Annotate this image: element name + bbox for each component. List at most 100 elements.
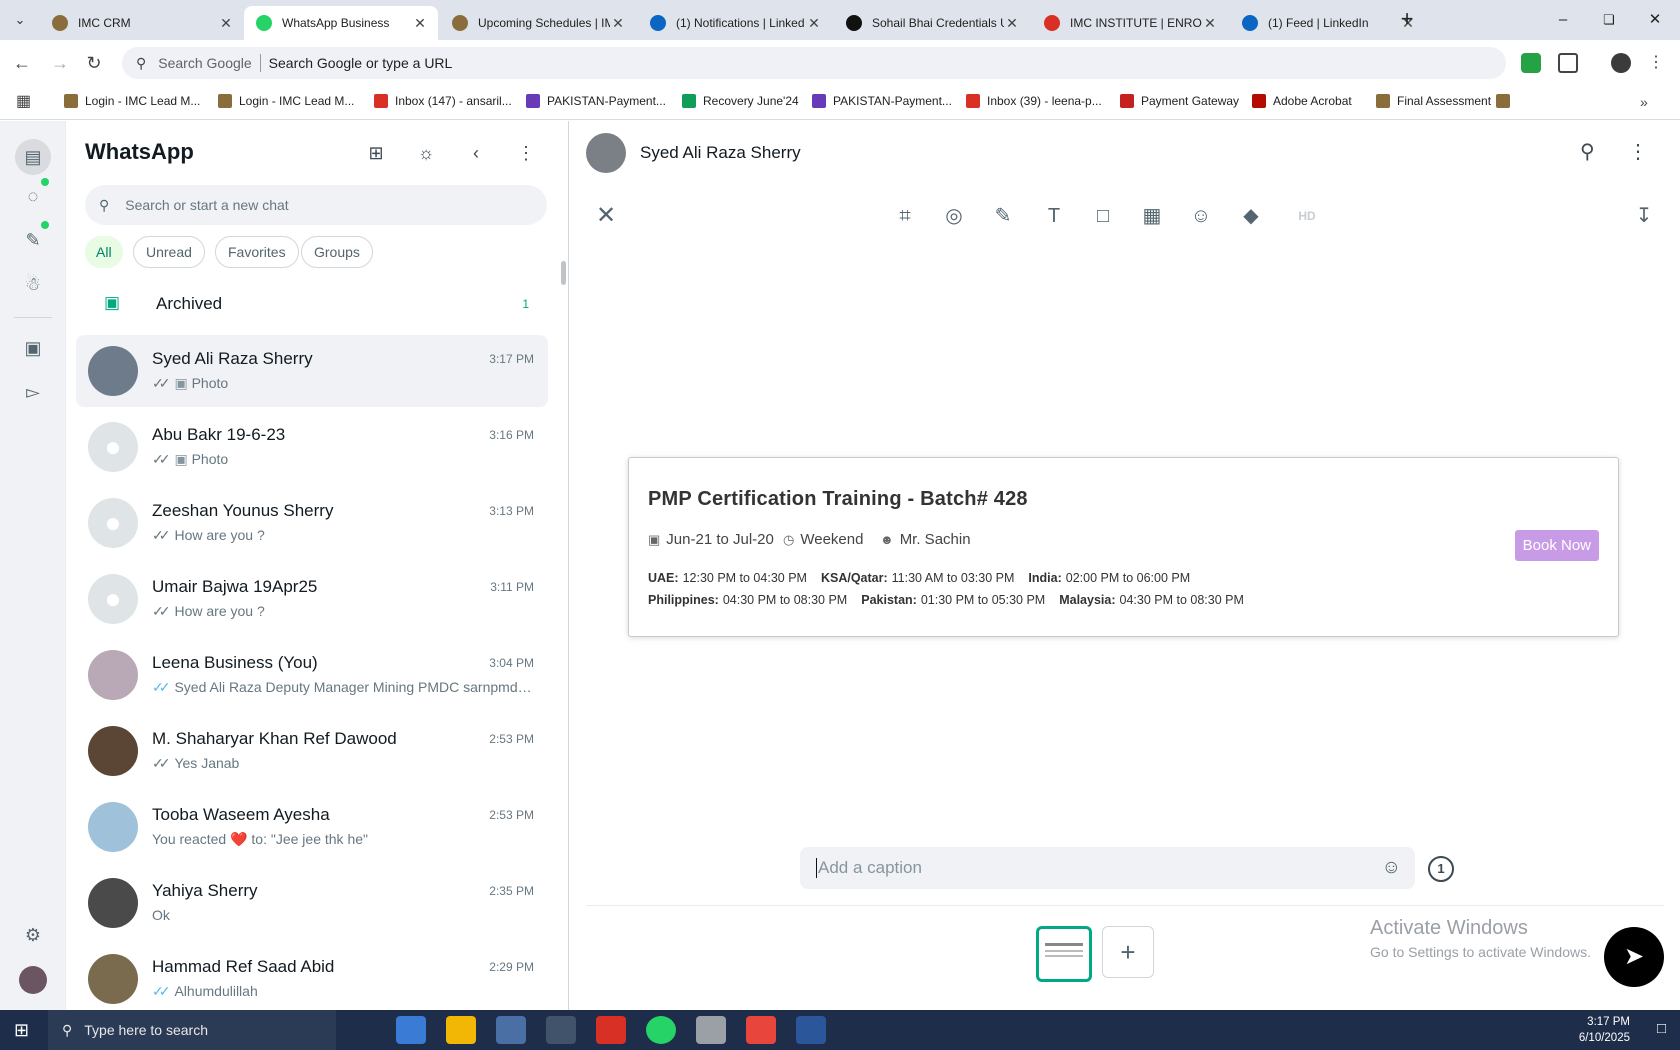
bookmark-item[interactable]: Adobe Acrobat <box>1252 94 1352 108</box>
bookmark-item[interactable]: Login - IMC Lead M... <box>218 94 354 108</box>
chat-list-item[interactable]: Syed Ali Raza Sherry 3:17 PM ✓✓ ▣ Photo <box>76 335 548 407</box>
download-icon[interactable]: ↧ <box>1629 201 1659 231</box>
close-tab-icon[interactable]: ✕ <box>806 15 822 32</box>
notification-icon[interactable]: □ <box>1657 1020 1666 1037</box>
view-once-icon[interactable]: 1 <box>1428 856 1454 882</box>
minimize-icon[interactable]: – <box>1548 8 1578 32</box>
status-icon[interactable]: ◌ <box>20 183 46 209</box>
app-icon[interactable] <box>496 1016 526 1044</box>
filter-chip-all[interactable]: All <box>85 236 123 268</box>
channels-icon[interactable]: ✎ <box>20 227 46 253</box>
bookmark-item[interactable]: Inbox (39) - leena-p... <box>966 94 1102 108</box>
browser-tab[interactable]: IMC CRM ✕ <box>40 6 244 40</box>
close-tab-icon[interactable]: ✕ <box>610 15 626 32</box>
hide-eye-icon[interactable]: ☼ <box>414 141 438 165</box>
task-view-icon[interactable] <box>346 1016 376 1044</box>
send-button[interactable]: ➤ <box>1604 927 1664 987</box>
chat-list-item[interactable]: Yahiya Sherry 2:35 PM Ok <box>76 867 548 939</box>
menu-dots-icon[interactable]: ⋮ <box>1628 139 1648 164</box>
chrome-icon[interactable] <box>596 1016 626 1044</box>
chat-search-input[interactable]: ⚲ Search or start a new chat <box>85 185 547 225</box>
chat-list-item[interactable]: ● Umair Bajwa 19Apr25 3:11 PM ✓✓ How are you… <box>76 563 548 635</box>
contact-name[interactable]: Syed Ali Raza Sherry <box>640 143 801 163</box>
communities-icon[interactable]: ☃ <box>20 271 46 297</box>
bookmark-overflow-icon[interactable] <box>1496 94 1517 108</box>
chat-list-item[interactable]: ● Abu Bakr 19-6-23 3:16 PM ✓✓ ▣ Photo <box>76 411 548 483</box>
browser-menu-icon[interactable]: ⋮ <box>1644 51 1668 75</box>
copilot-icon[interactable] <box>396 1016 426 1044</box>
chat-list-scrollbar[interactable] <box>561 261 566 285</box>
caption-input[interactable]: Add a caption ☺ <box>800 847 1415 889</box>
media-thumbnail[interactable] <box>1036 926 1092 982</box>
clock-app-icon[interactable] <box>696 1016 726 1044</box>
blur-icon[interactable]: ▦ <box>1137 201 1167 231</box>
bookmark-item[interactable]: Payment Gateway <box>1120 94 1239 108</box>
bookmark-item[interactable]: Login - IMC Lead M... <box>64 94 200 108</box>
browser-tab[interactable]: (1) Notifications | Linked ✕ <box>638 6 832 40</box>
bookmark-item[interactable]: Inbox (147) - ansaril... <box>374 94 512 108</box>
add-media-button[interactable]: + <box>1102 926 1154 978</box>
chat-list-item[interactable]: Hammad Ref Saad Abid 2:29 PM ✓✓ Alhumdulill… <box>76 943 548 1015</box>
more-bookmarks-icon[interactable]: » <box>1640 94 1648 110</box>
emoji-icon[interactable]: ☺ <box>1186 201 1216 231</box>
bookmark-item[interactable]: PAKISTAN-Payment... <box>526 94 666 108</box>
address-bar[interactable]: ⚲ Search Google Search Google or type a … <box>122 47 1506 79</box>
chat-list-item[interactable]: Tooba Waseem Ayesha 2:53 PM You reacted ❤️… <box>76 791 548 863</box>
settings-gear-icon[interactable]: ⚙ <box>20 922 46 948</box>
rectangle-icon[interactable]: □ <box>1088 201 1118 231</box>
catalog-icon[interactable]: ▣ <box>20 335 46 361</box>
taskbar-search-input[interactable]: ⚲ Type here to search <box>48 1010 336 1050</box>
chat-list-item[interactable]: ● Zeeshan Younus Sherry 3:13 PM ✓✓ How are y… <box>76 487 548 559</box>
filter-chip-unread[interactable]: Unread <box>133 236 205 268</box>
back-arrow-icon[interactable]: ← <box>10 51 34 75</box>
apps-grid-icon[interactable]: ▦ <box>16 91 31 111</box>
bookmark-item[interactable]: PAKISTAN-Payment... <box>812 94 952 108</box>
filter-chip-favorites[interactable]: Favorites <box>215 236 299 268</box>
close-tab-icon[interactable]: ✕ <box>218 15 234 32</box>
close-window-icon[interactable]: ✕ <box>1640 8 1670 32</box>
word-icon[interactable] <box>796 1016 826 1044</box>
close-tab-icon[interactable]: ✕ <box>1202 15 1218 32</box>
sticker-icon[interactable]: ◆ <box>1236 201 1266 231</box>
profile-avatar[interactable] <box>19 966 47 994</box>
advertise-icon[interactable]: ▻ <box>20 379 46 405</box>
chrome-icon[interactable] <box>546 1016 576 1044</box>
new-chat-icon[interactable]: ⊞ <box>364 141 388 165</box>
chat-list-item[interactable]: Leena Business (You) 3:04 PM ✓✓ Syed Ali Ra… <box>76 639 548 711</box>
filter-icon[interactable]: ◎ <box>939 201 969 231</box>
bookmark-item[interactable]: Final Assessment <box>1376 94 1491 108</box>
chat-list-item[interactable]: M. Shaharyar Khan Ref Dawood 2:53 PM ✓✓ Yes… <box>76 715 548 787</box>
bookmark-item[interactable]: Recovery June'24 <box>682 94 799 108</box>
taskbar-clock[interactable]: 3:17 PM 6/10/2025 <box>1579 1014 1630 1046</box>
hd-icon[interactable]: HD <box>1292 201 1322 231</box>
collapse-chevron-icon[interactable]: ‹ <box>464 141 488 165</box>
contact-avatar[interactable] <box>586 133 626 173</box>
chats-icon[interactable]: ▤ <box>15 139 51 175</box>
profile-avatar[interactable] <box>1611 53 1631 73</box>
chrome-icon[interactable] <box>746 1016 776 1044</box>
forward-arrow-icon[interactable]: → <box>48 51 72 75</box>
close-tab-icon[interactable]: ✕ <box>412 15 428 32</box>
archived-row[interactable]: ▣ Archived 1 <box>66 279 569 329</box>
restore-icon[interactable]: ❏ <box>1594 8 1624 32</box>
search-icon[interactable]: ⚲ <box>1580 139 1595 164</box>
close-tab-icon[interactable]: ✕ <box>1004 15 1020 32</box>
whatsapp-icon[interactable] <box>646 1016 676 1044</box>
filter-chip-groups[interactable]: Groups <box>301 236 373 268</box>
browser-tab[interactable]: IMC INSTITUTE | ENROLL ✕ <box>1032 6 1228 40</box>
tab-search-icon[interactable]: ⌄ <box>8 8 32 32</box>
new-tab-button[interactable]: + <box>1392 8 1422 32</box>
menu-dots-icon[interactable]: ⋮ <box>514 141 538 165</box>
browser-tab[interactable]: Sohail Bhai Credentials U ✕ <box>834 6 1030 40</box>
extensions-puzzle-icon[interactable] <box>1558 53 1578 73</box>
close-icon[interactable]: ✕ <box>591 201 621 231</box>
file-explorer-icon[interactable] <box>446 1016 476 1044</box>
windows-start-icon[interactable]: ⊞ <box>14 1020 29 1041</box>
pencil-icon[interactable]: ✎ <box>988 201 1018 231</box>
browser-tab[interactable]: Upcoming Schedules | IM ✕ <box>440 6 636 40</box>
crop-icon[interactable]: ⌗ <box>890 201 920 231</box>
text-icon[interactable]: T <box>1039 201 1069 231</box>
browser-tab[interactable]: WhatsApp Business ✕ <box>244 6 438 40</box>
emoji-icon[interactable]: ☺ <box>1382 857 1401 879</box>
whatsapp-extension-icon[interactable] <box>1521 53 1541 73</box>
